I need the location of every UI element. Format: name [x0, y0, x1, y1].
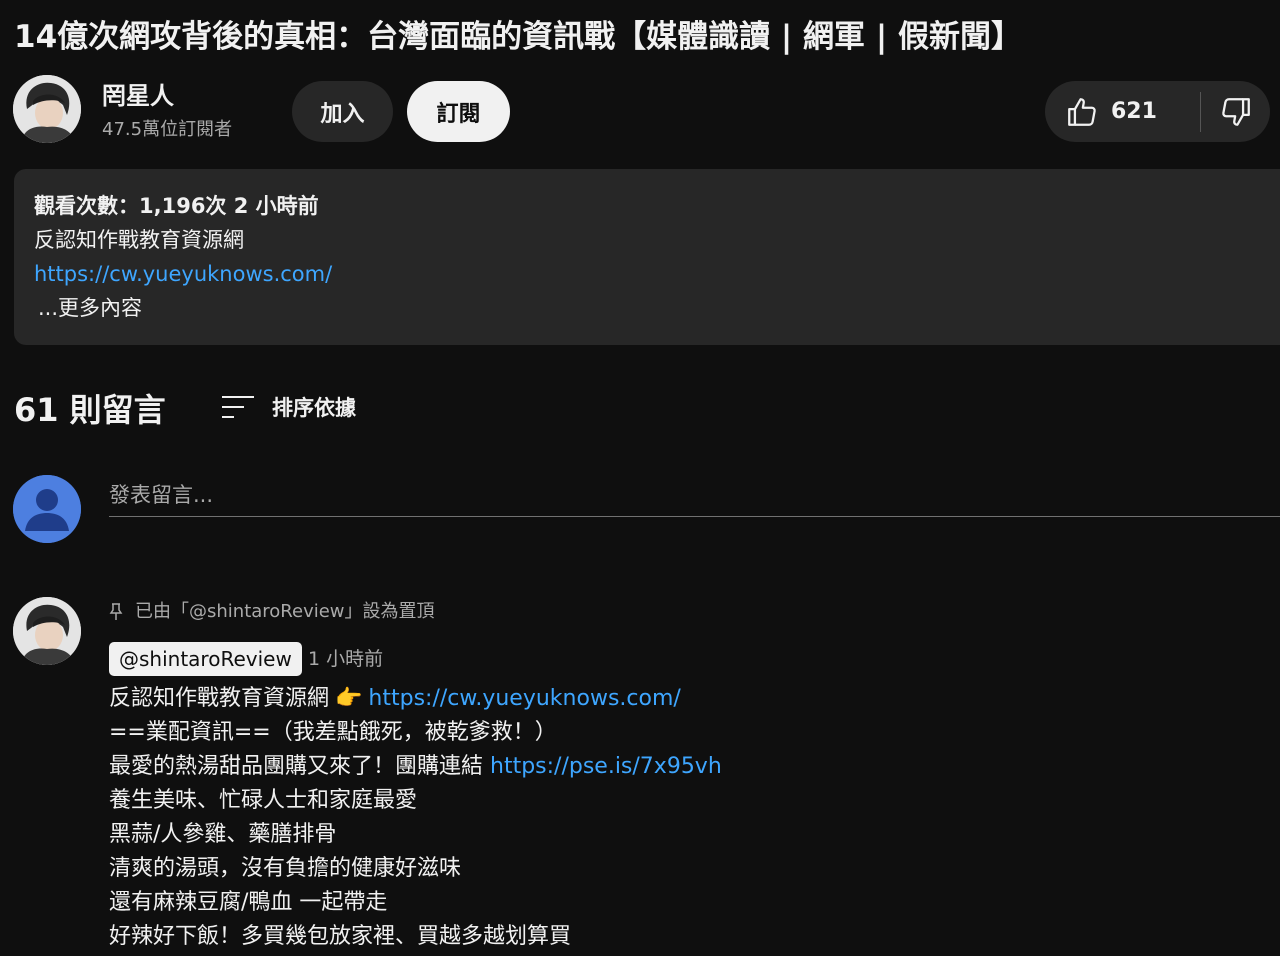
video-title: 14億次網攻背後的真相：台灣面臨的資訊戰【媒體識讀 | 網軍 | 假新聞】: [14, 19, 1022, 55]
pin-icon: [109, 603, 123, 620]
comment-line-8: 好辣好下飯！多買幾包放家裡、買越多越划算買: [109, 924, 572, 949]
description-link[interactable]: https://cw.yueyuknows.com/: [34, 257, 332, 291]
comment-line-3: 最愛的熱湯甜品團購又來了！團購連結 https://pse.is/7x95vh: [109, 750, 722, 784]
channel-avatar[interactable]: [13, 75, 81, 143]
comment-line-4: 養生美味、忙碌人士和家庭最愛: [109, 788, 418, 813]
comment-link-1[interactable]: https://cw.yueyuknows.com/: [368, 686, 680, 711]
description-text: 反認知作戰教育資源網: [34, 228, 244, 252]
comment-author-avatar[interactable]: [13, 597, 81, 665]
like-count: 621: [1111, 99, 1157, 124]
comments-count: 61 則留言: [14, 391, 166, 429]
thumbs-down-icon: [1221, 97, 1250, 126]
sort-button[interactable]: 排序依據: [220, 387, 356, 427]
like-button[interactable]: 621: [1045, 81, 1180, 142]
pointing-hand-icon: 👉: [335, 686, 363, 711]
comment-line-6: 清爽的湯頭，沒有負擔的健康好滋味: [109, 856, 462, 881]
subscriber-count: 47.5萬位訂閱者: [102, 119, 233, 140]
comment-input[interactable]: 發表留言...: [109, 472, 1280, 517]
sort-label: 排序依據: [272, 396, 356, 420]
dislike-button[interactable]: [1201, 81, 1270, 142]
show-more-button[interactable]: ...更多內容: [38, 291, 142, 325]
sort-icon: [222, 396, 254, 418]
channel-name[interactable]: 罔星人: [102, 79, 174, 113]
subscribe-button[interactable]: 訂閱: [407, 81, 510, 142]
pinned-note-text: 已由「@shintaroReview」設為置頂: [135, 601, 435, 622]
comment-text: 最愛的熱湯甜品團購又來了！團購連結: [109, 754, 490, 779]
thumbs-up-icon: [1068, 97, 1096, 126]
comment-line-7: 還有麻辣豆腐/鴨血 一起帶走: [109, 890, 388, 915]
user-avatar: [13, 475, 81, 543]
pinned-note: 已由「@shintaroReview」設為置頂: [109, 598, 435, 626]
comment-author-chip[interactable]: @shintaroReview: [109, 642, 302, 676]
description-box[interactable]: 觀看次數：1,196次 2 小時前 反認知作戰教育資源網 https://cw.…: [14, 169, 1280, 345]
view-count-and-date: 觀看次數：1,196次 2 小時前: [34, 194, 319, 218]
join-button[interactable]: 加入: [292, 81, 393, 142]
comment-line-2: ==業配資訊==（我差點餓死，被乾爹救！）: [109, 720, 557, 745]
comment-line-1: 反認知作戰教育資源網 👉 https://cw.yueyuknows.com/: [109, 682, 681, 716]
comment-time[interactable]: 1 小時前: [308, 645, 383, 673]
comment-line-5: 黑蒜/人參雞、藥膳排骨: [109, 822, 337, 847]
comment-link-2[interactable]: https://pse.is/7x95vh: [490, 754, 722, 779]
like-dislike-group: 621: [1045, 81, 1270, 142]
comment-text: 反認知作戰教育資源網: [109, 686, 330, 711]
